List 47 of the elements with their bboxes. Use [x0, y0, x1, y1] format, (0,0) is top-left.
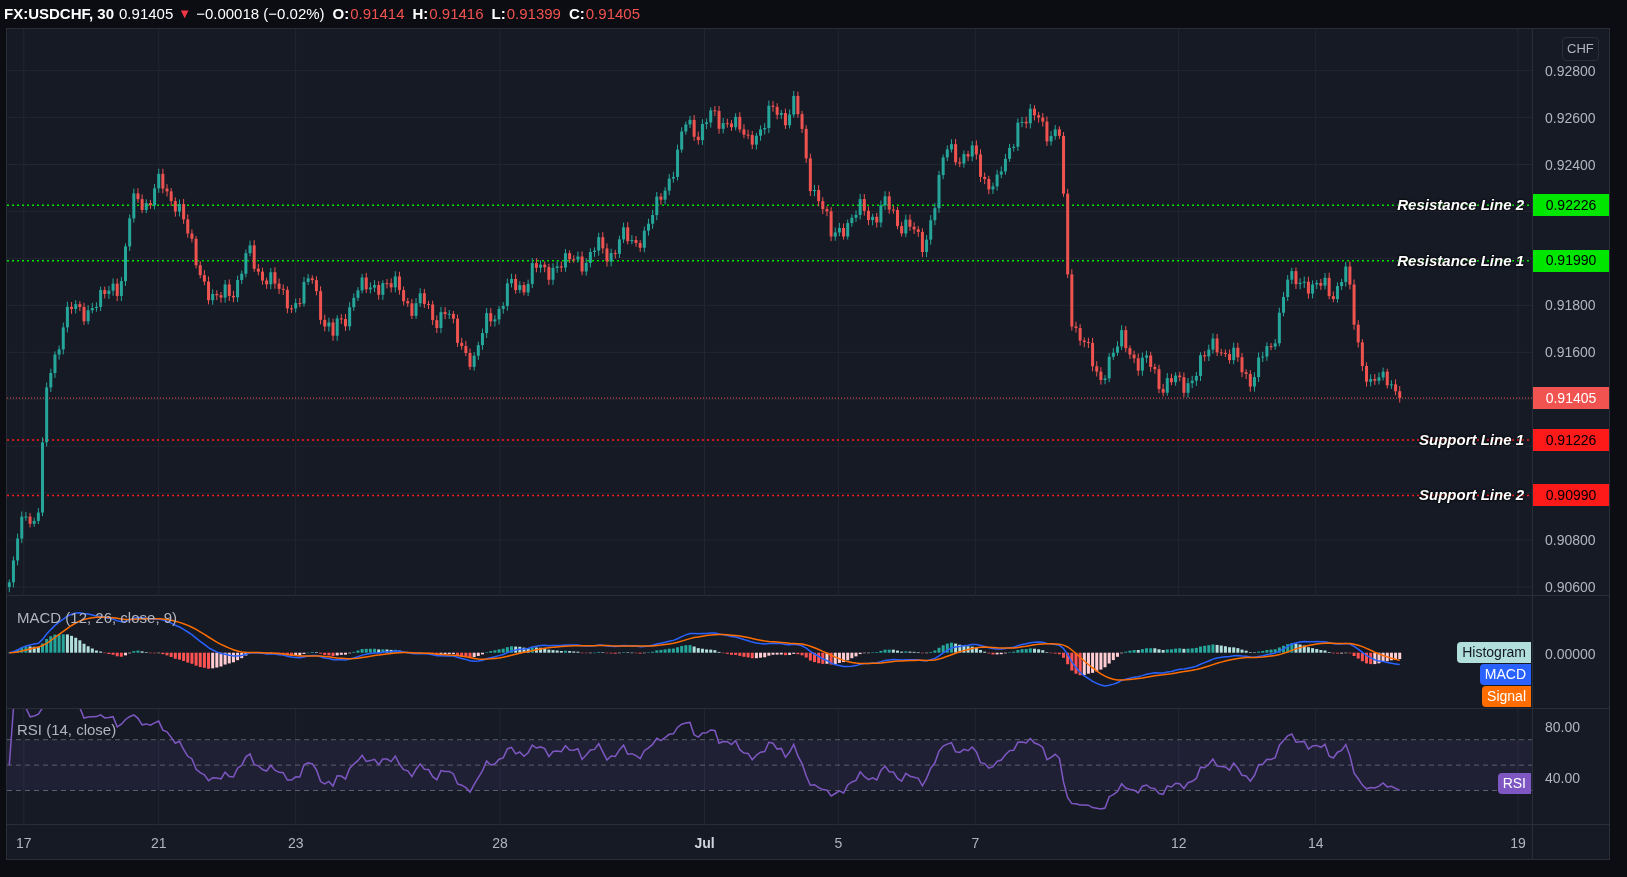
- level-label: Support Line 2: [1419, 487, 1524, 503]
- price-tag: 0.91990: [1533, 249, 1609, 272]
- time-axis-label: 5: [834, 834, 843, 853]
- ohlc-value: 0.91414: [350, 3, 405, 24]
- ohlc-label: C:: [568, 3, 585, 24]
- time-axis-label: 28: [492, 834, 508, 853]
- series-tag: RSI: [1497, 773, 1531, 794]
- down-arrow-icon: ▼: [178, 4, 192, 24]
- ohlc-value: 0.91405: [585, 3, 640, 24]
- price-axis-label: 0.92600: [1545, 110, 1596, 125]
- time-axis-label: 19: [1510, 834, 1526, 853]
- price-axis-label: 0.91800: [1545, 298, 1596, 313]
- last-price-tag: 0.91405: [1533, 387, 1609, 410]
- ohlc-label: H:: [412, 3, 429, 24]
- ohlc-value: 0.91416: [429, 3, 484, 24]
- series-tag: MACD: [1479, 664, 1531, 685]
- time-axis-label: Jul: [694, 834, 715, 853]
- level-label: Resistance Line 1: [1397, 252, 1524, 268]
- time-axis-label: 21: [150, 834, 167, 853]
- currency-label: CHF: [1562, 37, 1599, 61]
- level-label: Resistance Line 2: [1397, 197, 1524, 213]
- last-price: 0.91405: [119, 3, 174, 24]
- level-label: Support Line 1: [1419, 432, 1524, 448]
- price-axis-label: 0.92800: [1545, 63, 1596, 78]
- ohlc-value: 0.91399: [506, 3, 561, 24]
- ohlc-label: O:: [332, 3, 350, 24]
- time-axis-label: 17: [16, 834, 32, 853]
- price-tag: 0.91226: [1533, 429, 1609, 452]
- axis-label: 0.00000: [1545, 645, 1596, 664]
- price-axis-label: 0.92400: [1545, 157, 1596, 172]
- price-axis-label: 0.90800: [1545, 533, 1596, 548]
- time-axis-label: 14: [1307, 834, 1324, 853]
- time-axis-label: 12: [1170, 834, 1187, 853]
- axis-label: 80.00: [1545, 720, 1581, 734]
- time-axis-label: 23: [287, 834, 304, 853]
- symbol-title: FX:USDCHF, 30: [4, 3, 115, 24]
- time-axis-label: 7: [971, 834, 980, 853]
- ohlc-label: L:: [491, 3, 506, 24]
- price-axis-label: 0.90600: [1545, 580, 1596, 595]
- series-tag: Signal: [1482, 686, 1531, 707]
- price-change: −0.00018 (−0.02%): [196, 3, 325, 24]
- series-tag: Histogram: [1457, 642, 1531, 663]
- price-tag: 0.92226: [1533, 194, 1609, 217]
- indicator-title: RSI (14, close): [17, 720, 117, 740]
- axis-label: 40.00: [1545, 770, 1581, 785]
- price-axis-label: 0.91600: [1545, 345, 1596, 360]
- price-tag: 0.90990: [1533, 484, 1609, 507]
